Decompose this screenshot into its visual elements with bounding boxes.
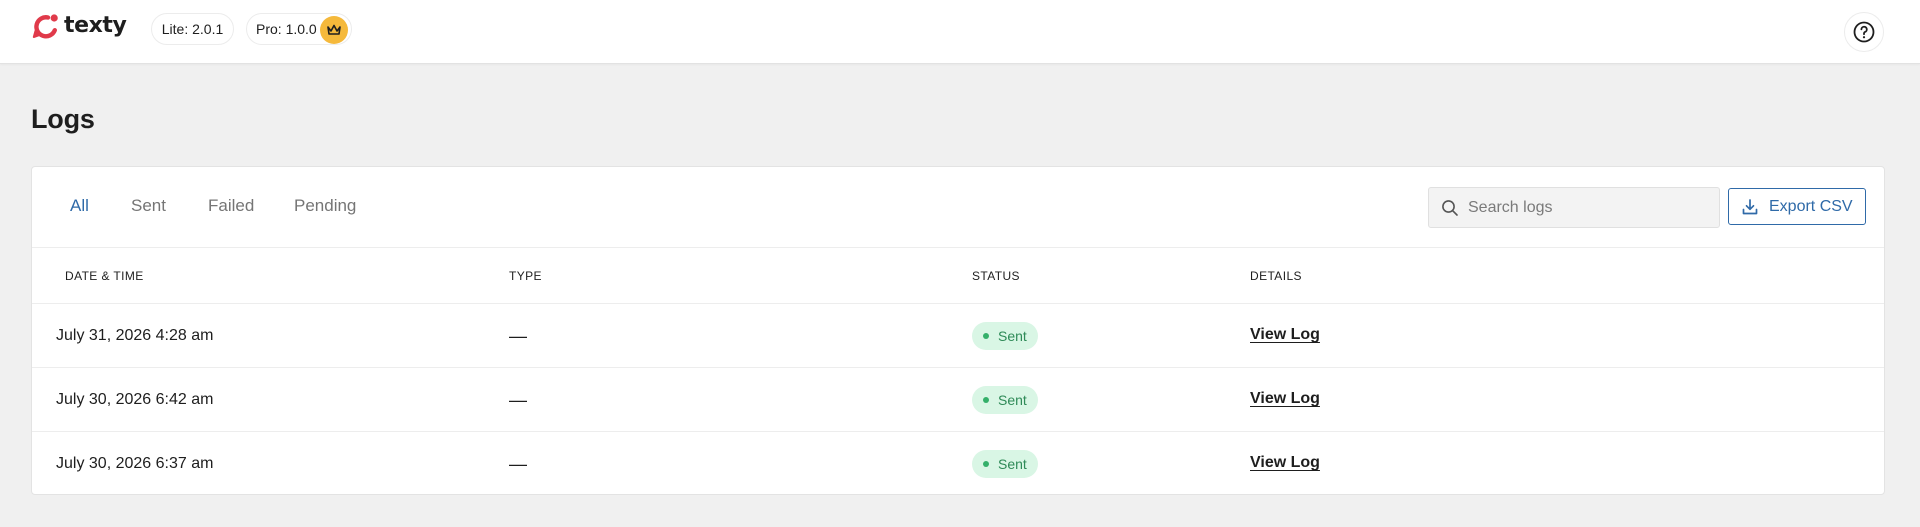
tab-failed[interactable]: Failed — [208, 196, 254, 216]
row-type: — — [509, 390, 527, 410]
table-row: July 30, 2026 6:42 am — Sent View Log — [32, 367, 1884, 431]
column-header-status: STATUS — [972, 269, 1020, 283]
table-header: DATE & TIME TYPE STATUS DETAILS — [32, 247, 1884, 303]
texty-logo-icon — [32, 14, 58, 39]
tab-all[interactable]: All — [70, 196, 89, 216]
status-label: Sent — [998, 456, 1027, 472]
export-csv-label: Export CSV — [1769, 197, 1853, 215]
row-datetime: July 30, 2026 6:42 am — [56, 391, 214, 408]
help-button[interactable] — [1844, 12, 1884, 52]
help-icon — [1853, 21, 1875, 43]
top-bar: texty Lite: 2.0.1 Pro: 1.0.0 — [0, 0, 1920, 64]
row-datetime: July 31, 2026 4:28 am — [56, 327, 214, 344]
table-row: July 31, 2026 4:28 am — Sent View Log — [32, 303, 1884, 367]
tab-sent[interactable]: Sent — [131, 196, 166, 216]
status-dot — [983, 461, 989, 467]
pro-version-label: Pro: 1.0.0 — [256, 21, 317, 37]
view-log-link[interactable]: View Log — [1250, 390, 1320, 408]
row-type: — — [509, 454, 527, 474]
column-header-details: DETAILS — [1250, 269, 1302, 283]
page-title: Logs — [31, 104, 95, 134]
search-icon — [1442, 199, 1458, 216]
search-box — [1428, 187, 1720, 228]
filter-tabs: All Sent Failed Pending Export CSV — [32, 167, 1884, 247]
export-csv-button[interactable]: Export CSV — [1728, 188, 1866, 225]
status-label: Sent — [998, 328, 1027, 344]
status-badge: Sent — [972, 450, 1038, 478]
download-icon — [1742, 198, 1758, 214]
tab-pending[interactable]: Pending — [294, 196, 356, 216]
lite-version-label: Lite: 2.0.1 — [161, 21, 224, 37]
brand-name: texty — [64, 12, 127, 38]
status-dot — [983, 333, 989, 339]
brand-logo[interactable]: texty — [31, 12, 127, 40]
table-row: July 30, 2026 6:37 am — Sent View Log — [32, 431, 1884, 495]
lite-version-badge: Lite: 2.0.1 — [151, 13, 234, 45]
search-input[interactable] — [1468, 198, 1708, 217]
view-log-link[interactable]: View Log — [1250, 454, 1320, 472]
column-header-type: TYPE — [509, 269, 542, 283]
column-header-datetime: DATE & TIME — [65, 269, 144, 283]
pro-version-badge: Pro: 1.0.0 — [246, 13, 352, 45]
crown-icon — [320, 16, 348, 44]
view-log-link[interactable]: View Log — [1250, 326, 1320, 344]
status-badge: Sent — [972, 322, 1038, 350]
row-type: — — [509, 326, 527, 346]
status-badge: Sent — [972, 386, 1038, 414]
status-label: Sent — [998, 392, 1027, 408]
status-dot — [983, 397, 989, 403]
logs-card: All Sent Failed Pending Export CSV DATE … — [31, 166, 1885, 495]
row-datetime: July 30, 2026 6:37 am — [56, 455, 214, 472]
